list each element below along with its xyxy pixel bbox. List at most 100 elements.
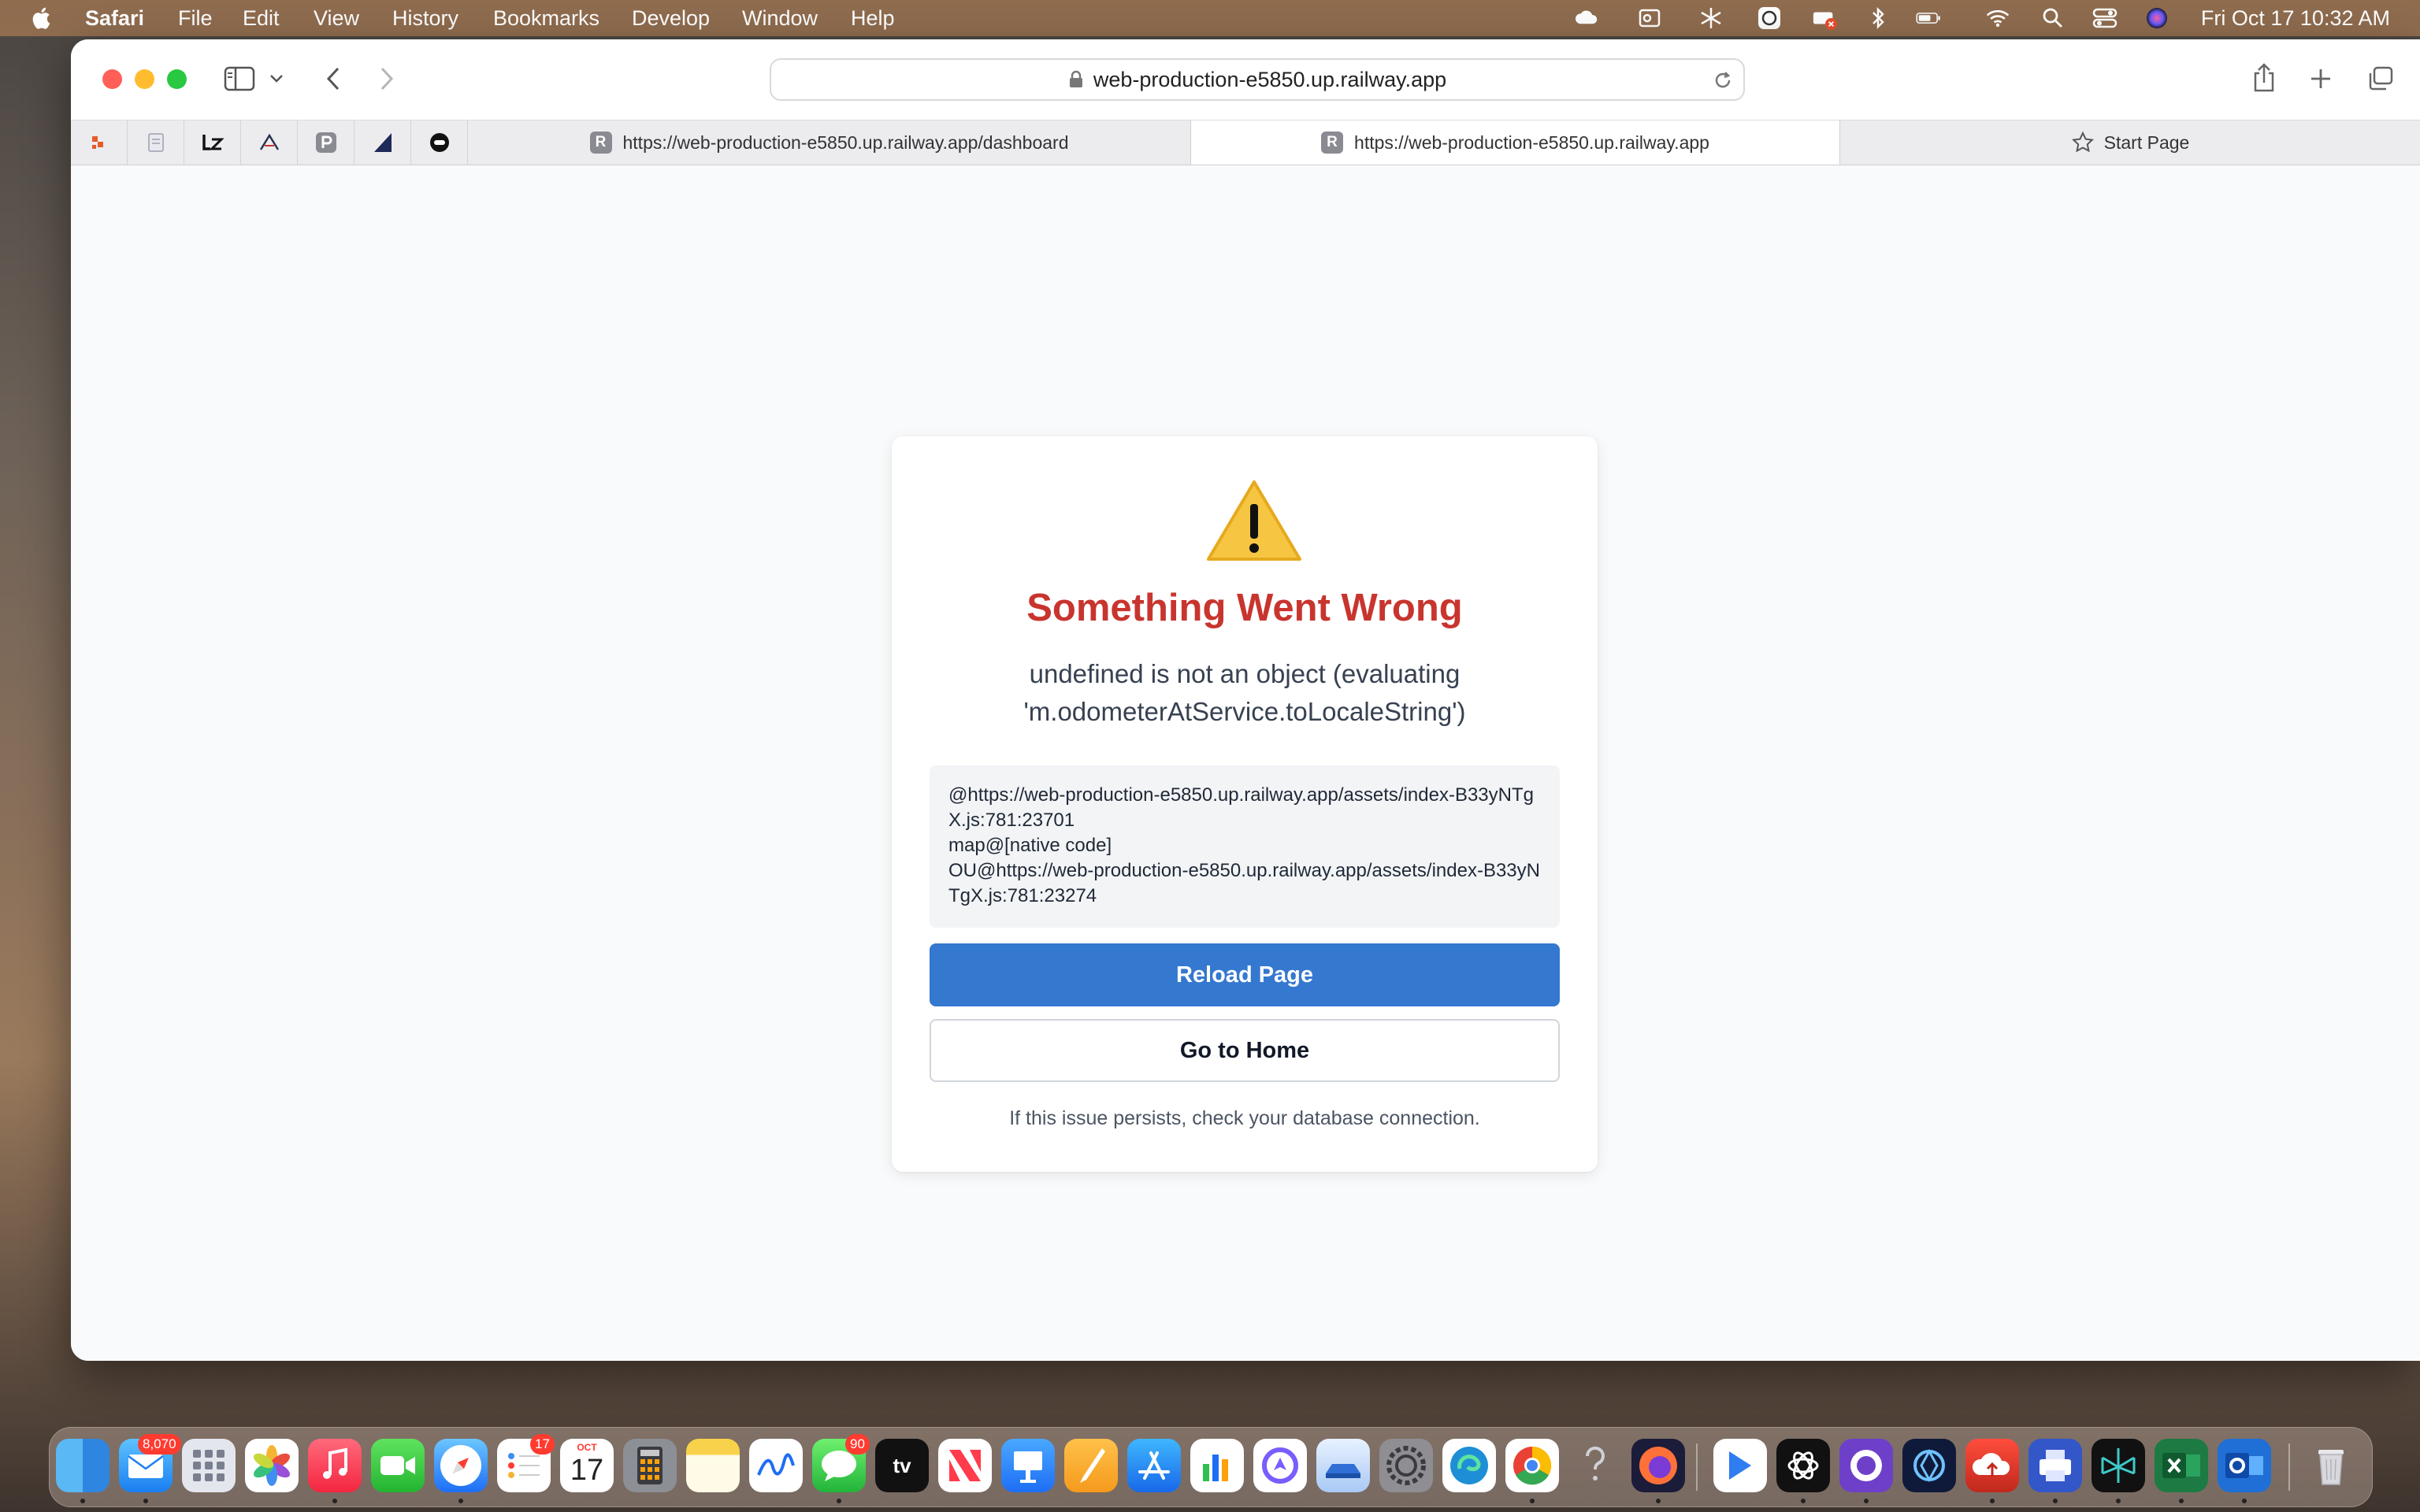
forward-arrow-icon[interactable] (375, 65, 399, 93)
pinned-mountain-icon (259, 133, 279, 150)
xcode-utility-icon[interactable] (1316, 1439, 1370, 1492)
reload-icon[interactable] (1712, 69, 1734, 97)
running-indicator (1530, 1499, 1535, 1503)
address-bar[interactable]: web-production-e5850.up.railway.app (770, 58, 1745, 101)
running-indicator (1801, 1499, 1806, 1503)
pinned-tab-6[interactable] (354, 120, 411, 165)
tab-label: https://web-production-e5850.up.railway.… (1354, 132, 1709, 153)
go-to-home-button[interactable]: Go to Home (930, 1019, 1560, 1082)
firefox-icon[interactable] (1631, 1439, 1685, 1492)
calendar-icon[interactable]: OCT 17 (560, 1439, 614, 1492)
error-message: undefined is not an object (evaluating '… (1023, 659, 1466, 726)
system-settings-icon[interactable] (1379, 1439, 1433, 1492)
aperture-app-icon[interactable] (1902, 1439, 1956, 1492)
menu-help[interactable]: Help (851, 6, 895, 31)
pinned-tab-5[interactable] (298, 120, 354, 165)
menu-view[interactable]: View (314, 6, 359, 31)
github-desktop-icon[interactable] (1839, 1439, 1893, 1492)
perplexity-icon[interactable] (2092, 1439, 2145, 1492)
printer-app-icon[interactable] (2028, 1439, 2082, 1492)
menu-safari[interactable]: Safari (85, 6, 144, 31)
keynote-icon[interactable] (1001, 1439, 1055, 1492)
running-indicator (837, 1499, 841, 1503)
error-title: Something Went Wrong (1026, 587, 1463, 629)
lock-icon (1068, 70, 1084, 89)
chrome-icon[interactable] (1505, 1439, 1559, 1492)
photos-icon[interactable] (245, 1439, 299, 1492)
menu-file[interactable]: File (178, 6, 213, 31)
running-indicator (143, 1499, 148, 1503)
excel-icon[interactable] (2155, 1439, 2208, 1492)
battery-icon[interactable] (1916, 6, 1941, 31)
pinned-tab-7[interactable] (411, 120, 468, 165)
back-arrow-icon[interactable] (321, 65, 345, 93)
numbers-icon[interactable] (1190, 1439, 1244, 1492)
chatgpt-icon[interactable] (1776, 1439, 1830, 1492)
zoom-window-button[interactable] (167, 69, 187, 89)
minimize-window-button[interactable] (135, 69, 154, 89)
tab-dashboard[interactable]: R https://web-production-e5850.up.railwa… (468, 120, 1191, 165)
pinned-tab-4[interactable] (241, 120, 298, 165)
sidebar-toggle-icon[interactable] (222, 63, 257, 94)
facetime-icon[interactable] (371, 1439, 425, 1492)
wifi-icon[interactable] (1985, 6, 2010, 31)
chevron-down-icon[interactable] (268, 69, 285, 88)
freeform-icon[interactable] (749, 1439, 803, 1492)
close-window-button[interactable] (102, 69, 122, 89)
page-content: Something Went Wrong undefined is not an… (71, 165, 2420, 1361)
railway-favicon-icon: R (589, 132, 612, 154)
calculator-icon[interactable] (623, 1439, 677, 1492)
siri-icon[interactable] (2144, 6, 2169, 31)
menu-window[interactable]: Window (742, 6, 818, 31)
tab-label: https://web-production-e5850.up.railway.… (622, 132, 1069, 153)
menu-bar: Safari File Edit View History Bookmarks … (0, 0, 2420, 36)
menu-edit[interactable]: Edit (243, 6, 280, 31)
news-icon[interactable] (938, 1439, 992, 1492)
cloud-upload-icon[interactable] (1965, 1439, 2019, 1492)
outlook-icon[interactable] (2218, 1439, 2271, 1492)
menu-history[interactable]: History (392, 6, 458, 31)
spotlight-search-icon[interactable] (2040, 6, 2066, 31)
printer-alert-icon[interactable] (1812, 6, 1837, 31)
help-question-icon[interactable] (1568, 1439, 1622, 1492)
share-icon[interactable] (2248, 60, 2280, 96)
reload-page-button[interactable]: Reload Page (930, 943, 1560, 1006)
pages-icon[interactable] (1064, 1439, 1118, 1492)
apple-tv-icon[interactable]: tv (875, 1439, 929, 1492)
control-center-icon[interactable] (2092, 6, 2118, 31)
running-indicator (458, 1499, 463, 1503)
outlook-status-icon[interactable] (1637, 6, 1662, 31)
error-card: Something Went Wrong undefined is not an… (892, 436, 1598, 1172)
chatgpt-status-icon[interactable] (1757, 6, 1782, 31)
menu-develop[interactable]: Develop (632, 6, 710, 31)
app-store-icon[interactable] (1127, 1439, 1181, 1492)
menu-bookmarks[interactable]: Bookmarks (493, 6, 599, 31)
tab-overview-icon[interactable] (2365, 63, 2396, 94)
find-my-icon[interactable] (1253, 1439, 1307, 1492)
edge-icon[interactable] (1442, 1439, 1496, 1492)
pinned-favicon-icon (91, 136, 103, 149)
pinned-tab-1[interactable] (71, 120, 128, 165)
launchpad-icon[interactable] (182, 1439, 236, 1492)
pinned-tab-2[interactable] (128, 120, 184, 165)
tab-start-page[interactable]: Start Page (1840, 120, 2420, 165)
safari-icon[interactable] (434, 1439, 488, 1492)
mail-badge: 8,070 (138, 1434, 181, 1455)
notes-icon[interactable] (686, 1439, 740, 1492)
warning-icon (1207, 480, 1301, 561)
finder-icon[interactable] (56, 1439, 109, 1492)
pinned-p-icon (315, 132, 336, 153)
creative-cloud-icon[interactable] (1574, 6, 1599, 31)
remote-desktop-icon[interactable] (1713, 1439, 1767, 1492)
menubar-clock[interactable]: Fri Oct 17 10:32 AM (2201, 6, 2390, 31)
error-hint: If this issue persists, check your datab… (1009, 1107, 1480, 1129)
pinned-tab-3[interactable] (184, 120, 241, 165)
snowflake-icon[interactable] (1698, 6, 1724, 31)
tab-current[interactable]: R https://web-production-e5850.up.railwa… (1191, 120, 1840, 165)
error-stack-trace: @https://web-production-e5850.up.railway… (930, 765, 1560, 928)
apple-icon[interactable] (30, 6, 55, 31)
music-icon[interactable] (308, 1439, 362, 1492)
bluetooth-icon[interactable] (1865, 6, 1891, 31)
new-tab-plus-icon[interactable] (2305, 63, 2336, 94)
trash-icon[interactable] (2304, 1439, 2358, 1492)
